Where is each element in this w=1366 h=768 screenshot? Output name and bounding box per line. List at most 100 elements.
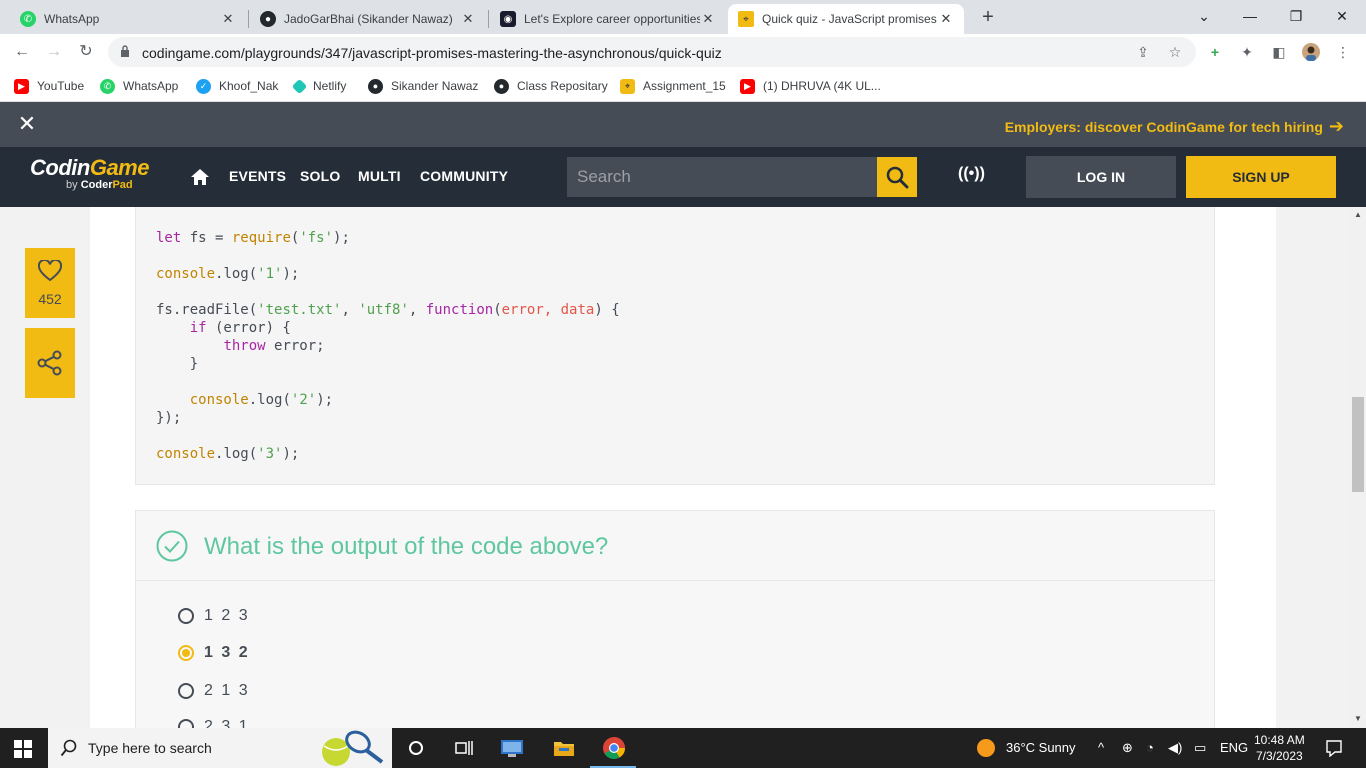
answer-option-selected[interactable]: 1 3 2 — [178, 644, 250, 662]
scroll-thumb[interactable] — [1352, 397, 1364, 492]
windows-start-icon[interactable] — [14, 740, 32, 758]
close-icon[interactable]: ✕ — [700, 11, 716, 27]
bookmark-whatsapp[interactable]: ✆ WhatsApp — [100, 77, 178, 95]
chrome-icon[interactable] — [600, 734, 628, 762]
system-clock[interactable]: 10:48 AM 7/3/2023 — [1254, 732, 1305, 764]
radio-button[interactable] — [178, 683, 194, 699]
tab-whatsapp[interactable]: ✆ WhatsApp ✕ — [10, 4, 246, 34]
browser-toolbar: ← → ↻ codingame.com/playgrounds/347/java… — [0, 34, 1366, 70]
page-scrollbar[interactable]: ▲ ▼ — [1350, 207, 1366, 728]
weather-icon[interactable] — [976, 738, 996, 761]
signup-button[interactable]: SIGN UP — [1186, 156, 1336, 198]
close-icon[interactable]: ✕ — [220, 11, 236, 27]
scroll-up-icon[interactable]: ▲ — [1354, 211, 1362, 219]
search-button[interactable] — [877, 157, 917, 197]
bookmark-label: Class Repositary — [517, 79, 608, 93]
live-broadcast-icon[interactable]: ((•)) — [958, 165, 985, 183]
codingame-logo[interactable]: CodinGame by CoderPad — [30, 155, 149, 191]
share-button[interactable] — [25, 328, 75, 398]
taskbar-search[interactable]: Type here to search — [48, 728, 392, 768]
logo-text-codin: Codin — [30, 155, 90, 180]
tab-separator — [488, 10, 489, 28]
whatsapp-icon: ✆ — [100, 78, 115, 94]
task-view-icon[interactable] — [452, 736, 476, 760]
show-hidden-icons-icon[interactable]: ^ — [1098, 740, 1104, 755]
search-input[interactable] — [567, 157, 877, 197]
arrow-right-icon: ➔ — [1328, 116, 1344, 136]
like-count: 452 — [38, 291, 62, 307]
close-window-button[interactable]: ✕ — [1322, 2, 1362, 30]
nav-solo[interactable]: SOLO — [300, 168, 340, 184]
radio-button[interactable] — [178, 719, 194, 728]
answer-label: 1 2 3 — [204, 607, 250, 624]
meet-now-icon[interactable]: ⊕ — [1122, 740, 1133, 756]
nav-multi[interactable]: MULTI — [358, 168, 401, 184]
extensions-puzzle-icon[interactable]: ✦ — [1238, 43, 1256, 61]
tab-title: JadoGarBhai (Sikander Nawaz) — [284, 12, 453, 26]
tab-github[interactable]: ● JadoGarBhai (Sikander Nawaz) ✕ — [250, 4, 486, 34]
remote-desktop-icon[interactable] — [500, 736, 524, 760]
close-icon[interactable]: ✕ — [460, 11, 476, 27]
bookmark-label: YouTube — [37, 79, 85, 93]
weather-text[interactable]: 36°C Sunny — [1006, 740, 1076, 755]
answer-option[interactable]: 2 3 1 — [178, 718, 250, 728]
network-icon[interactable]: ◔ — [1146, 740, 1154, 755]
forward-icon[interactable]: → — [42, 40, 66, 64]
reload-icon[interactable]: ↻ — [74, 40, 98, 64]
search-icon — [886, 166, 909, 189]
main-content: let fs = require('fs'); console.log('1')… — [0, 207, 1350, 728]
bookmark-dhruva[interactable]: ▶ (1) DHRUVA (4K UL... — [740, 77, 881, 95]
nav-events[interactable]: EVENTS — [229, 168, 286, 184]
bookmark-star-icon[interactable]: ☆ — [1166, 43, 1184, 61]
youtube-icon: ▶ — [740, 78, 755, 94]
tab-search-icon[interactable]: ⌄ — [1184, 2, 1224, 30]
close-icon[interactable]: ✕ — [938, 11, 954, 27]
radio-button-selected[interactable] — [178, 645, 194, 661]
minimize-button[interactable]: — — [1230, 2, 1270, 30]
address-bar[interactable]: codingame.com/playgrounds/347/javascript… — [108, 37, 1196, 67]
bookmark-youtube[interactable]: ▶ YouTube — [14, 77, 84, 95]
clock-date: 7/3/2023 — [1255, 749, 1303, 763]
twitter-icon: ✓ — [196, 78, 211, 94]
side-panel-icon[interactable]: ◧ — [1270, 43, 1288, 61]
clock-time: 10:48 AM — [1254, 733, 1305, 747]
bookmark-assignment-15[interactable]: ⌖ Assignment_15 — [620, 77, 726, 95]
search-box — [567, 157, 877, 197]
tab-separator — [248, 10, 249, 28]
employer-link[interactable]: Employers: discover CodinGame for tech h… — [1005, 116, 1344, 137]
bookmark-sikander-nawaz[interactable]: ● Sikander Nawaz — [368, 77, 478, 95]
tab-quick-quiz[interactable]: ⌖ Quick quiz - JavaScript promises ✕ — [728, 4, 964, 34]
radio-button[interactable] — [178, 608, 194, 624]
github-icon: ● — [494, 78, 509, 94]
nav-community[interactable]: COMMUNITY — [420, 168, 508, 184]
bookmark-class-repositary[interactable]: ● Class Repositary — [494, 77, 608, 95]
url-text: codingame.com/playgrounds/347/javascript… — [142, 45, 722, 61]
home-icon[interactable] — [190, 167, 210, 187]
answer-option[interactable]: 2 1 3 — [178, 682, 250, 700]
bookmark-khoof-nak[interactable]: ✓ Khoof_Nak — [196, 77, 278, 95]
extension-plus-icon[interactable]: + — [1206, 43, 1224, 61]
file-explorer-icon[interactable] — [552, 736, 576, 760]
login-button[interactable]: LOG IN — [1026, 156, 1176, 198]
search-icon — [60, 739, 77, 757]
new-tab-button[interactable]: + — [978, 6, 998, 28]
language-indicator[interactable]: ENG — [1220, 740, 1248, 755]
notifications-icon[interactable] — [1322, 736, 1346, 760]
restore-button[interactable]: ❐ — [1276, 2, 1316, 30]
profile-avatar[interactable] — [1302, 43, 1320, 61]
tab-explore[interactable]: ◉ Let's Explore career opportunities ✕ — [490, 4, 726, 34]
share-icon[interactable]: ⇪ — [1134, 43, 1152, 61]
bookmark-netlify[interactable]: Netlify — [291, 77, 346, 95]
scroll-down-icon[interactable]: ▼ — [1354, 715, 1362, 723]
like-button[interactable]: 452 — [25, 248, 75, 318]
back-icon[interactable]: ← — [10, 40, 34, 64]
bookmark-label: Assignment_15 — [643, 79, 726, 93]
cortana-icon[interactable] — [404, 736, 428, 760]
heart-icon — [38, 260, 62, 282]
answer-option[interactable]: 1 2 3 — [178, 607, 250, 625]
volume-icon[interactable]: ◀) — [1168, 740, 1182, 756]
browser-menu-icon[interactable]: ⋮ — [1334, 43, 1352, 61]
tab-title: WhatsApp — [44, 12, 100, 26]
battery-icon[interactable]: ▭ — [1194, 740, 1206, 756]
close-icon[interactable]: ✕ — [16, 113, 38, 135]
